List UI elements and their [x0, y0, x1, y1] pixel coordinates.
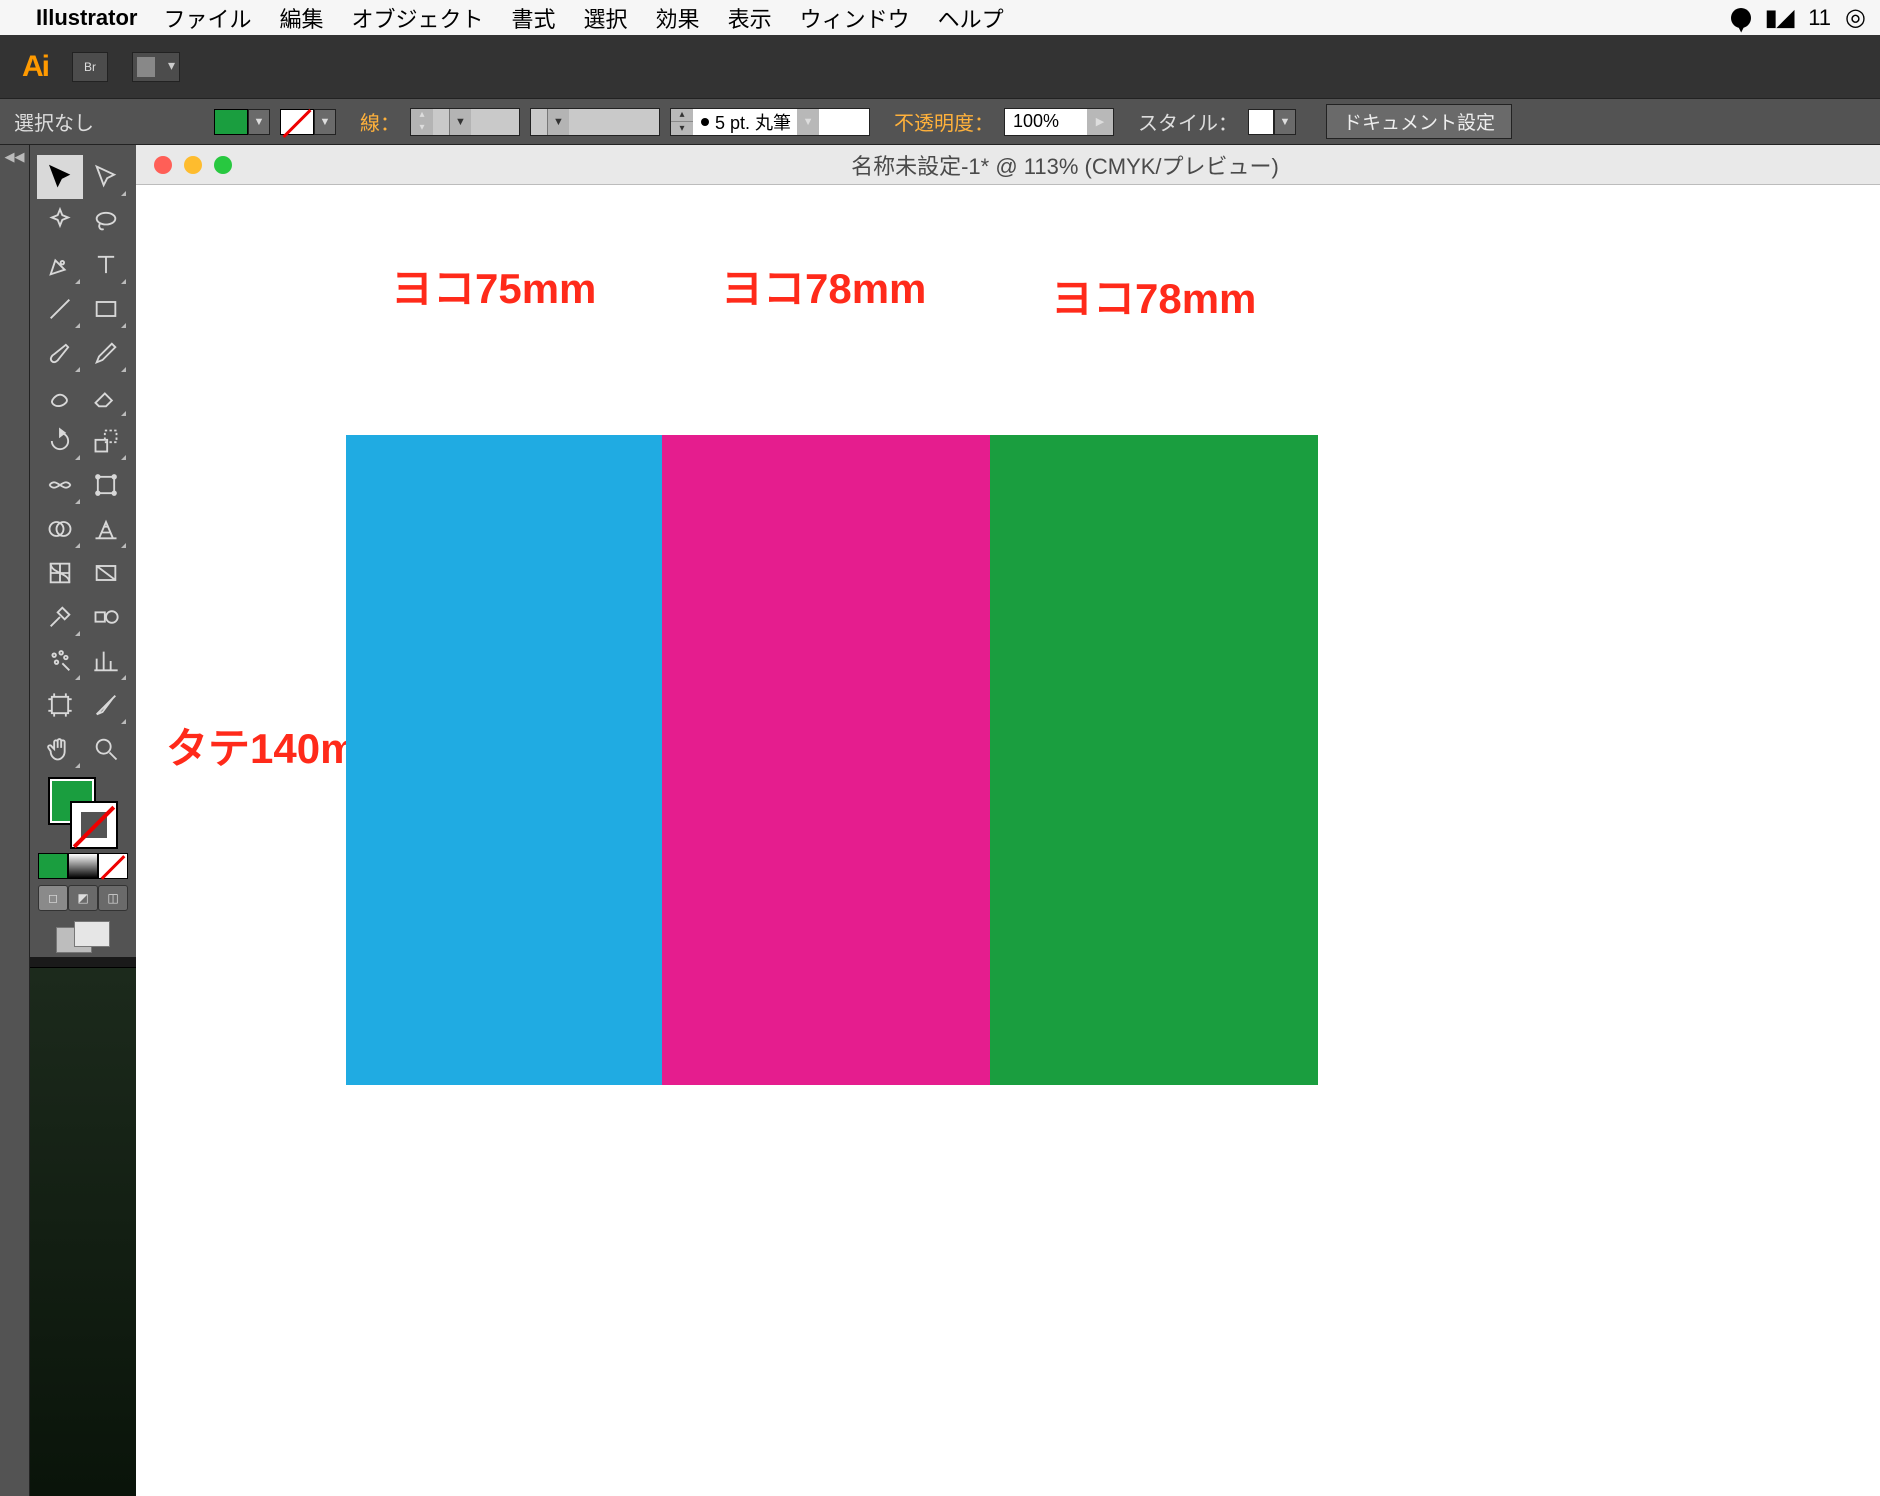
draw-behind-button[interactable]: ◩ — [68, 885, 98, 911]
free-transform-tool[interactable] — [83, 463, 129, 507]
menu-type[interactable]: 書式 — [512, 2, 556, 34]
symbol-sprayer-tool[interactable] — [37, 639, 83, 683]
document-titlebar: 名称未設定-1* @ 113% (CMYK/プレビュー) — [136, 145, 1880, 185]
tools-panel: ◻ ◩ ◫ — [30, 145, 136, 957]
slice-tool[interactable] — [83, 683, 129, 727]
annotation-width-1: ヨコ75mm — [391, 255, 596, 316]
mac-menubar: Illustrator ファイル 編集 オブジェクト 書式 選択 効果 表示 ウ… — [0, 0, 1880, 35]
graphic-style-dropdown[interactable]: ▼ — [1248, 109, 1296, 135]
document-window: 名称未設定-1* @ 113% (CMYK/プレビュー) ヨコ75mm ヨコ78… — [136, 145, 1880, 1496]
eraser-tool[interactable] — [83, 375, 129, 419]
color-mode-row — [38, 853, 128, 879]
artwork-rectangles — [346, 435, 1318, 1085]
menubar-notification-icon[interactable] — [1731, 8, 1751, 28]
variable-width-profile-dropdown[interactable]: ▼ — [530, 108, 660, 136]
stroke-swatch-icon[interactable] — [70, 801, 118, 849]
draw-mode-row: ◻ ◩ ◫ — [38, 885, 128, 911]
stroke-weight-dropdown[interactable]: ▴▾ ▼ — [410, 108, 520, 136]
canvas[interactable]: ヨコ75mm ヨコ78mm ヨコ78mm タテ140mm — [136, 185, 1880, 1496]
style-label: スタイル： — [1138, 107, 1238, 136]
width-tool[interactable] — [37, 463, 83, 507]
hand-tool[interactable] — [37, 727, 83, 771]
menu-view[interactable]: 表示 — [728, 2, 772, 34]
perspective-grid-tool[interactable] — [83, 507, 129, 551]
scale-tool[interactable] — [83, 419, 129, 463]
control-bar: 選択なし ▼ ▼ 線： ▴▾ ▼ ▼ ▴▾ 5 pt. 丸筆 ▼ 不透明度： 1… — [0, 98, 1880, 145]
column-graph-tool[interactable] — [83, 639, 129, 683]
none-mode-button[interactable] — [98, 853, 128, 879]
mesh-tool[interactable] — [37, 551, 83, 595]
color-mode-button[interactable] — [38, 853, 68, 879]
desktop-background-sliver — [30, 967, 136, 1496]
go-to-bridge-button[interactable]: Br — [72, 52, 108, 82]
creative-cloud-icon[interactable]: ◎ — [1845, 3, 1866, 32]
selection-tool[interactable] — [37, 155, 83, 199]
paintbrush-tool[interactable] — [37, 331, 83, 375]
arrange-documents-button[interactable] — [132, 52, 180, 82]
lasso-tool[interactable] — [83, 199, 129, 243]
gradient-tool[interactable] — [83, 551, 129, 595]
draw-normal-button[interactable]: ◻ — [38, 885, 68, 911]
document-setup-button[interactable]: ドキュメント設定 — [1326, 104, 1512, 139]
stroke-color-swatch[interactable]: ▼ — [280, 109, 336, 135]
app-menu[interactable]: Illustrator — [36, 5, 137, 31]
annotation-width-2: ヨコ78mm — [721, 255, 926, 316]
annotation-width-3: ヨコ78mm — [1051, 265, 1256, 326]
app-bar: Ai Br — [0, 35, 1880, 98]
menu-edit[interactable]: 編集 — [279, 2, 323, 34]
menu-effect[interactable]: 効果 — [656, 2, 700, 34]
rotate-tool[interactable] — [37, 419, 83, 463]
pen-tool[interactable] — [37, 243, 83, 287]
zoom-tool[interactable] — [83, 727, 129, 771]
direct-selection-tool[interactable] — [83, 155, 129, 199]
type-tool[interactable] — [83, 243, 129, 287]
draw-inside-button[interactable]: ◫ — [98, 885, 128, 911]
menu-select[interactable]: 選択 — [584, 2, 628, 34]
brush-name: 5 pt. 丸筆 — [715, 109, 797, 135]
menu-object[interactable]: オブジェクト — [352, 2, 484, 34]
window-minimize-button[interactable] — [184, 156, 202, 174]
document-title: 名称未設定-1* @ 113% (CMYK/プレビュー) — [250, 149, 1880, 181]
window-zoom-button[interactable] — [214, 156, 232, 174]
rectangle-green[interactable] — [990, 435, 1318, 1085]
blend-tool[interactable] — [83, 595, 129, 639]
ai-logo-icon: Ai — [22, 50, 48, 84]
rectangle-tool[interactable] — [83, 287, 129, 331]
window-close-button[interactable] — [154, 156, 172, 174]
fill-color-swatch[interactable]: ▼ — [214, 109, 270, 135]
magic-wand-tool[interactable] — [37, 199, 83, 243]
pencil-tool[interactable] — [83, 331, 129, 375]
menu-help[interactable]: ヘルプ — [938, 2, 1004, 34]
rectangle-cyan[interactable] — [346, 435, 662, 1085]
fill-stroke-control[interactable] — [48, 777, 118, 849]
adobe-home-icon[interactable]: ▮◢ — [1765, 5, 1794, 31]
line-segment-tool[interactable] — [37, 287, 83, 331]
opacity-value: 100% — [1005, 111, 1087, 132]
workspace: ◀◀ — [0, 145, 1880, 1496]
menu-window[interactable]: ウィンドウ — [800, 2, 910, 34]
blob-brush-tool[interactable] — [37, 375, 83, 419]
brush-dot-icon — [701, 118, 709, 126]
brush-definition-dropdown[interactable]: ▴▾ 5 pt. 丸筆 ▼ — [670, 108, 870, 136]
shape-builder-tool[interactable] — [37, 507, 83, 551]
stroke-label: 線： — [360, 107, 400, 136]
rectangle-magenta[interactable] — [662, 435, 990, 1085]
eyedropper-tool[interactable] — [37, 595, 83, 639]
screen-mode-button[interactable] — [56, 921, 110, 957]
artboard-tool[interactable] — [37, 683, 83, 727]
opacity-input[interactable]: 100%▶ — [1004, 108, 1114, 136]
opacity-label: 不透明度： — [894, 107, 994, 136]
menu-file[interactable]: ファイル — [163, 2, 251, 34]
panel-collapse-strip[interactable]: ◀◀ — [0, 145, 30, 1496]
adobe-notification-count: 11 — [1808, 5, 1831, 31]
selection-status: 選択なし — [14, 107, 94, 136]
gradient-mode-button[interactable] — [68, 853, 98, 879]
